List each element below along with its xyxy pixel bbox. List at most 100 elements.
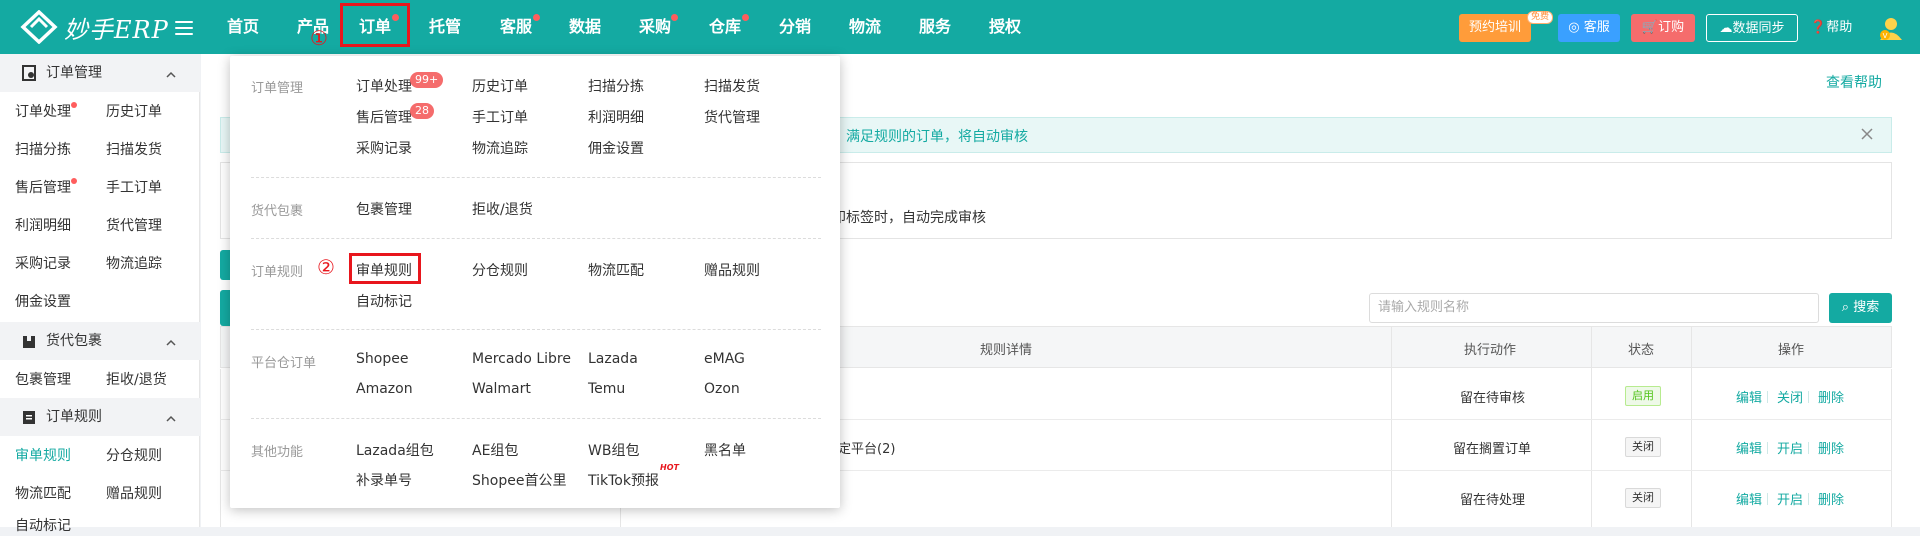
nav-warehouse[interactable]: 仓库	[700, 0, 750, 54]
highlight-review-rules-box	[349, 253, 421, 284]
nav-home[interactable]: 首页	[218, 0, 268, 54]
dropdown-item-wb-bundle[interactable]: WB组包	[588, 440, 639, 460]
nav-service[interactable]: 客服	[490, 0, 542, 54]
sidebar: 订单管理 订单处理 历史订单 扫描分拣 扫描发货 售后管理 手工订单 利润明细 …	[0, 54, 200, 534]
dropdown-item-shopee-first-mile[interactable]: Shopee首公里	[472, 470, 566, 490]
sidebar-item-forwarder-management[interactable]: 货代管理	[106, 216, 162, 236]
status-badge: 启用	[1625, 386, 1661, 406]
service-button[interactable]: ◎ 客服	[1558, 14, 1620, 42]
dropdown-item-lazada-bundle[interactable]: Lazada组包	[356, 440, 434, 460]
toggle-link[interactable]: 关闭	[1777, 387, 1803, 406]
sidebar-item-commission-settings[interactable]: 佣金设置	[15, 292, 71, 312]
nav-services[interactable]: 服务	[910, 0, 960, 54]
sidebar-item-profit-details[interactable]: 利润明细	[15, 216, 71, 236]
dropdown-item-forwarder-management[interactable]: 货代管理	[704, 107, 760, 127]
dropdown-item-auto-tag[interactable]: 自动标记	[356, 291, 412, 311]
dropdown-section-label: 其他功能	[251, 445, 304, 460]
menu-toggle-icon[interactable]	[175, 17, 193, 37]
dropdown-item-warehouse-split-rules[interactable]: 分仓规则	[472, 260, 528, 280]
edit-link[interactable]: 编辑	[1736, 489, 1762, 508]
dropdown-item-emag[interactable]: eMAG	[704, 351, 745, 367]
toggle-link[interactable]: 开启	[1777, 489, 1803, 508]
highlight-order-box	[340, 3, 410, 47]
separator	[1767, 493, 1768, 505]
sidebar-group-order-management[interactable]: 订单管理	[0, 54, 200, 92]
dropdown-item-scan-ship[interactable]: 扫描发货	[704, 76, 760, 96]
dropdown-item-temu[interactable]: Temu	[588, 381, 625, 397]
dropdown-item-blacklist[interactable]: 黑名单	[704, 440, 746, 460]
dropdown-item-tracking-supplement[interactable]: 补录单号	[356, 470, 412, 490]
order-document-icon	[22, 65, 36, 81]
sidebar-item-scan-ship[interactable]: 扫描发货	[106, 140, 162, 160]
sidebar-item-review-rules[interactable]: 审单规则	[15, 446, 71, 466]
dropdown-item-logistics-tracking[interactable]: 物流追踪	[472, 138, 528, 158]
user-avatar[interactable]: V	[1878, 15, 1904, 41]
delete-link[interactable]: 删除	[1818, 387, 1844, 406]
delete-link[interactable]: 删除	[1818, 489, 1844, 508]
chevron-up-icon	[166, 336, 176, 346]
nav-distribution[interactable]: 分销	[770, 0, 820, 54]
dropdown-item-ae-bundle[interactable]: AE组包	[472, 440, 518, 460]
sidebar-item-history-orders[interactable]: 历史订单	[106, 102, 162, 122]
dropdown-item-amazon[interactable]: Amazon	[356, 381, 413, 397]
dropdown-item-purchase-records[interactable]: 采购记录	[356, 138, 412, 158]
nav-authorize[interactable]: 授权	[980, 0, 1030, 54]
order-button[interactable]: 🛒订购	[1631, 14, 1695, 42]
dropdown-item-ozon[interactable]: Ozon	[704, 381, 740, 397]
help-button[interactable]: ❓帮助	[1810, 14, 1852, 42]
dropdown-item-walmart[interactable]: Walmart	[472, 381, 531, 397]
add-rule-button[interactable]	[220, 250, 230, 280]
sidebar-item-warehouse-split-rules[interactable]: 分仓规则	[106, 446, 162, 466]
dropdown-item-history-orders[interactable]: 历史订单	[472, 76, 528, 96]
dropdown-item-reject-return[interactable]: 拒收/退货	[472, 199, 533, 219]
dropdown-item-gift-rules[interactable]: 赠品规则	[704, 260, 760, 280]
status-badge: 关闭	[1625, 488, 1661, 508]
nav-logistics[interactable]: 物流	[840, 0, 890, 54]
sidebar-item-auto-tag[interactable]: 自动标记	[15, 516, 71, 536]
dropdown-item-order-processing[interactable]: 订单处理	[356, 76, 412, 96]
delete-link[interactable]: 删除	[1818, 438, 1844, 457]
sidebar-item-scan-sort[interactable]: 扫描分拣	[15, 140, 71, 160]
sidebar-group-forwarder-packages[interactable]: 货代包裹	[0, 322, 200, 360]
dropdown-item-manual-orders[interactable]: 手工订单	[472, 107, 528, 127]
sidebar-item-logistics-tracking[interactable]: 物流追踪	[106, 254, 162, 274]
sidebar-item-manual-orders[interactable]: 手工订单	[106, 178, 162, 198]
sync-button[interactable]: ☁数据同步	[1706, 14, 1798, 42]
free-badge: 免费	[1527, 11, 1554, 24]
nav-data[interactable]: 数据	[560, 0, 610, 54]
sidebar-item-logistics-match[interactable]: 物流匹配	[15, 484, 71, 504]
edit-link[interactable]: 编辑	[1736, 387, 1762, 406]
sidebar-item-after-sales[interactable]: 售后管理	[15, 178, 71, 198]
search-button[interactable]: ⌕ 搜索	[1829, 293, 1892, 323]
dropdown-item-package-management[interactable]: 包裹管理	[356, 199, 412, 219]
rule-name-search-input[interactable]: 请输入规则名称	[1369, 293, 1819, 323]
close-icon[interactable]	[1860, 127, 1874, 141]
sidebar-item-purchase-records[interactable]: 采购记录	[15, 254, 71, 274]
dropdown-divider	[251, 177, 821, 178]
after-sales-count-badge: 28	[410, 103, 434, 119]
toggle-link[interactable]: 开启	[1777, 438, 1803, 457]
nav-hosting[interactable]: 托管	[420, 0, 470, 54]
dropdown-item-commission-settings[interactable]: 佣金设置	[588, 138, 644, 158]
sidebar-item-package-management[interactable]: 包裹管理	[15, 370, 71, 390]
tab-active[interactable]	[220, 290, 230, 326]
edit-link[interactable]: 编辑	[1736, 438, 1762, 457]
dropdown-item-mercado-libre[interactable]: Mercado Libre	[472, 351, 571, 367]
view-help-link[interactable]: 查看帮助	[1826, 72, 1882, 92]
dropdown-item-profit-details[interactable]: 利润明细	[588, 107, 644, 127]
dropdown-item-scan-sort[interactable]: 扫描分拣	[588, 76, 644, 96]
dropdown-item-shopee[interactable]: Shopee	[356, 351, 408, 367]
sidebar-group-order-rules[interactable]: 订单规则	[0, 398, 200, 436]
sidebar-item-order-processing[interactable]: 订单处理	[15, 102, 71, 122]
nav-purchase[interactable]: 采购	[630, 0, 680, 54]
sidebar-dot	[71, 102, 77, 108]
training-button[interactable]: 预约培训	[1459, 14, 1531, 42]
dropdown-item-after-sales[interactable]: 售后管理	[356, 107, 412, 127]
brand-logo[interactable]: 妙手ERP	[20, 10, 169, 44]
sidebar-item-gift-rules[interactable]: 赠品规则	[106, 484, 162, 504]
dropdown-item-logistics-match[interactable]: 物流匹配	[588, 260, 644, 280]
logo-icon	[20, 10, 58, 44]
dropdown-item-lazada[interactable]: Lazada	[588, 351, 638, 367]
sidebar-item-reject-return[interactable]: 拒收/退货	[106, 370, 167, 390]
dropdown-item-tiktok-forecast[interactable]: TikTok预报	[588, 470, 659, 490]
